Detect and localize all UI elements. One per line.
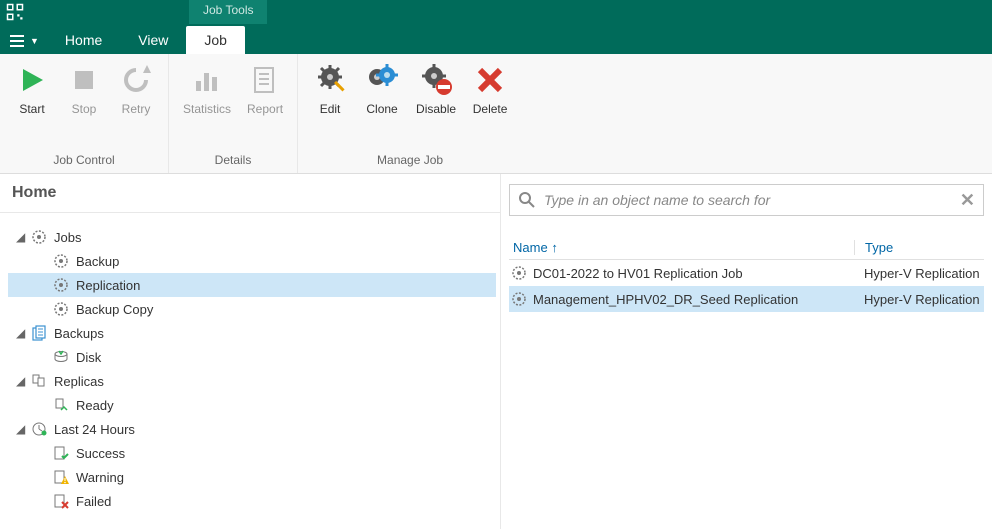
- backups-icon: [30, 325, 48, 341]
- clock-icon: [30, 421, 48, 437]
- replication-icon: [52, 277, 70, 293]
- column-name-label: Name: [513, 240, 548, 255]
- tree-replicas-label: Replicas: [54, 374, 104, 389]
- gear-icon: [511, 265, 527, 281]
- chevron-down-icon: ◢: [16, 326, 30, 340]
- tree-backup-label: Backup: [76, 254, 119, 269]
- column-name-header[interactable]: Name ↑: [509, 240, 854, 255]
- group-manage-job: Manage Job: [306, 151, 514, 171]
- chevron-down-icon: ◢: [16, 422, 30, 436]
- backup-copy-icon: [52, 301, 70, 317]
- tree-replication-label: Replication: [76, 278, 140, 293]
- tab-job[interactable]: Job: [186, 26, 245, 54]
- success-icon: [52, 445, 70, 461]
- tree-success[interactable]: Success: [8, 441, 496, 465]
- tree-ready[interactable]: Ready: [8, 393, 496, 417]
- edit-button[interactable]: Edit: [306, 58, 354, 120]
- group-job-control: Job Control: [8, 151, 160, 171]
- nav-heading: Home: [0, 174, 500, 213]
- clear-search-button[interactable]: ✕: [960, 190, 975, 211]
- edit-label: Edit: [320, 102, 341, 116]
- tree-replication[interactable]: Replication: [8, 273, 496, 297]
- job-type: Hyper-V Replication: [854, 292, 984, 307]
- search-icon: [518, 191, 536, 209]
- gear-icon: [511, 291, 527, 307]
- job-name: Management_HPHV02_DR_Seed Replication: [533, 292, 798, 307]
- chevron-down-icon: ◢: [16, 230, 30, 244]
- tools-context-tab: Job Tools: [189, 0, 267, 24]
- statistics-label: Statistics: [183, 102, 231, 116]
- stop-button: Stop: [60, 58, 108, 120]
- tree-failed[interactable]: Failed: [8, 489, 496, 513]
- search-box[interactable]: ✕: [509, 184, 984, 216]
- job-type: Hyper-V Replication: [854, 266, 984, 281]
- retry-button: Retry: [112, 58, 160, 120]
- stop-label: Stop: [72, 102, 97, 116]
- warning-icon: [52, 469, 70, 485]
- tree-backup-copy-label: Backup Copy: [76, 302, 153, 317]
- tree-last24-label: Last 24 Hours: [54, 422, 135, 437]
- tree-success-label: Success: [76, 446, 125, 461]
- backup-icon: [52, 253, 70, 269]
- clone-button[interactable]: Clone: [358, 58, 406, 120]
- disable-label: Disable: [416, 102, 456, 116]
- start-label: Start: [19, 102, 44, 116]
- delete-label: Delete: [473, 102, 508, 116]
- jobs-icon: [30, 229, 48, 245]
- group-details: Details: [177, 151, 289, 171]
- tree-disk-label: Disk: [76, 350, 101, 365]
- disable-button[interactable]: Disable: [410, 58, 462, 120]
- start-button[interactable]: Start: [8, 58, 56, 120]
- tree-warning-label: Warning: [76, 470, 124, 485]
- report-button: Report: [241, 58, 289, 120]
- tree-ready-label: Ready: [76, 398, 114, 413]
- tree-backups[interactable]: ◢ Backups: [8, 321, 496, 345]
- statistics-button: Statistics: [177, 58, 237, 120]
- column-type-header[interactable]: Type: [854, 240, 984, 255]
- delete-button[interactable]: Delete: [466, 58, 514, 120]
- report-label: Report: [247, 102, 283, 116]
- tree-failed-label: Failed: [76, 494, 111, 509]
- job-row[interactable]: DC01-2022 to HV01 Replication Job Hyper-V…: [509, 260, 984, 286]
- tree-disk[interactable]: Disk: [8, 345, 496, 369]
- app-logo-icon: [6, 3, 24, 21]
- clone-label: Clone: [366, 102, 397, 116]
- failed-icon: [52, 493, 70, 509]
- search-input[interactable]: [544, 192, 952, 208]
- job-row[interactable]: Management_HPHV02_DR_Seed Replication Hyp…: [509, 286, 984, 312]
- sort-ascending-icon: ↑: [551, 240, 558, 255]
- app-menu-button[interactable]: ▼: [6, 34, 47, 54]
- tree-jobs-label: Jobs: [54, 230, 81, 245]
- tree-backups-label: Backups: [54, 326, 104, 341]
- tab-view[interactable]: View: [120, 26, 186, 54]
- chevron-down-icon: ◢: [16, 374, 30, 388]
- tree-jobs[interactable]: ◢ Jobs: [8, 225, 496, 249]
- tree-warning[interactable]: Warning: [8, 465, 496, 489]
- tree-replicas[interactable]: ◢ Replicas: [8, 369, 496, 393]
- disk-icon: [52, 349, 70, 365]
- ready-icon: [52, 397, 70, 413]
- retry-label: Retry: [122, 102, 151, 116]
- tree-backup-copy[interactable]: Backup Copy: [8, 297, 496, 321]
- job-name: DC01-2022 to HV01 Replication Job: [533, 266, 743, 281]
- tab-home[interactable]: Home: [47, 26, 120, 54]
- replicas-icon: [30, 373, 48, 389]
- tree-last24[interactable]: ◢ Last 24 Hours: [8, 417, 496, 441]
- tree-backup[interactable]: Backup: [8, 249, 496, 273]
